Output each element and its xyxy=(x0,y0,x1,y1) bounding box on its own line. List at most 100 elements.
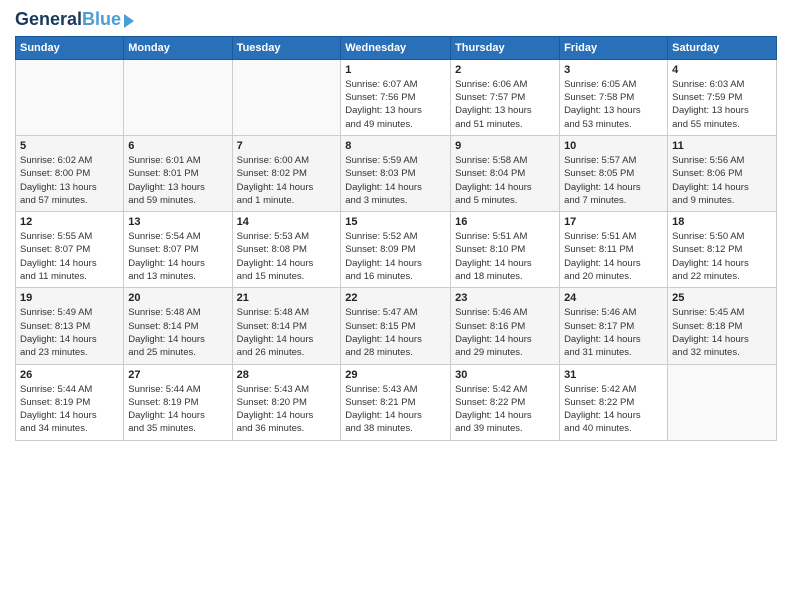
day-info: Sunrise: 5:54 AM Sunset: 8:07 PM Dayligh… xyxy=(128,230,227,283)
calendar-header: SundayMondayTuesdayWednesdayThursdayFrid… xyxy=(16,36,777,59)
calendar-cell xyxy=(232,59,341,135)
day-number: 14 xyxy=(237,216,337,228)
calendar-cell: 26Sunrise: 5:44 AM Sunset: 8:19 PM Dayli… xyxy=(16,364,124,440)
day-info: Sunrise: 5:42 AM Sunset: 8:22 PM Dayligh… xyxy=(564,383,663,436)
day-info: Sunrise: 5:46 AM Sunset: 8:17 PM Dayligh… xyxy=(564,306,663,359)
day-number: 26 xyxy=(20,369,119,381)
calendar-cell: 23Sunrise: 5:46 AM Sunset: 8:16 PM Dayli… xyxy=(451,288,560,364)
calendar-week-4: 19 Sunrise: 5:49 AM Sunset: 8:13 PM Dayli… xyxy=(16,288,777,364)
day-number: 16 xyxy=(455,216,555,228)
day-number: 2 xyxy=(455,64,555,76)
day-info: Sunrise: 5:42 AM Sunset: 8:22 PM Dayligh… xyxy=(455,383,555,436)
day-number: 19 xyxy=(20,292,119,304)
calendar-cell: 1 Sunrise: 6:07 AM Sunset: 7:56 PM Daylig… xyxy=(341,59,451,135)
calendar-cell: 29Sunrise: 5:43 AM Sunset: 8:21 PM Dayli… xyxy=(341,364,451,440)
weekday-header-saturday: Saturday xyxy=(668,36,777,59)
calendar-cell: 10Sunrise: 5:57 AM Sunset: 8:05 PM Dayli… xyxy=(560,135,668,211)
calendar-cell: 22 Sunrise: 5:47 AM Sunset: 8:15 PM Dayli… xyxy=(341,288,451,364)
day-info: Sunrise: 5:49 AM Sunset: 8:13 PM Dayligh… xyxy=(20,306,119,359)
calendar-cell: 9Sunrise: 5:58 AM Sunset: 8:04 PM Daylig… xyxy=(451,135,560,211)
day-number: 23 xyxy=(455,292,555,304)
day-number: 13 xyxy=(128,216,227,228)
calendar-cell: 6 Sunrise: 6:01 AM Sunset: 8:01 PM Daylig… xyxy=(124,135,232,211)
day-info: Sunrise: 6:07 AM Sunset: 7:56 PM Dayligh… xyxy=(345,78,446,131)
day-info: Sunrise: 5:53 AM Sunset: 8:08 PM Dayligh… xyxy=(237,230,337,283)
weekday-header-monday: Monday xyxy=(124,36,232,59)
calendar-cell: 7Sunrise: 6:00 AM Sunset: 8:02 PM Daylig… xyxy=(232,135,341,211)
day-number: 10 xyxy=(564,140,663,152)
calendar-cell xyxy=(124,59,232,135)
calendar-cell: 16 Sunrise: 5:51 AM Sunset: 8:10 PM Dayli… xyxy=(451,212,560,288)
day-number: 1 xyxy=(345,64,446,76)
calendar-cell: 2 Sunrise: 6:06 AM Sunset: 7:57 PM Daylig… xyxy=(451,59,560,135)
logo-text: GeneralBlue xyxy=(15,10,121,30)
calendar-cell: 24 Sunrise: 5:46 AM Sunset: 8:17 PM Dayli… xyxy=(560,288,668,364)
logo: GeneralBlue xyxy=(15,10,134,30)
day-number: 22 xyxy=(345,292,446,304)
day-info: Sunrise: 5:52 AM Sunset: 8:09 PM Dayligh… xyxy=(345,230,446,283)
day-number: 5 xyxy=(20,140,119,152)
day-info: Sunrise: 5:59 AM Sunset: 8:03 PM Dayligh… xyxy=(345,154,446,207)
calendar-cell: 5 Sunrise: 6:02 AM Sunset: 8:00 PM Daylig… xyxy=(16,135,124,211)
calendar-cell: 3Sunrise: 6:05 AM Sunset: 7:58 PM Daylig… xyxy=(560,59,668,135)
day-number: 4 xyxy=(672,64,772,76)
calendar-table: SundayMondayTuesdayWednesdayThursdayFrid… xyxy=(15,36,777,441)
calendar-cell: 19 Sunrise: 5:49 AM Sunset: 8:13 PM Dayli… xyxy=(16,288,124,364)
day-info: Sunrise: 5:51 AM Sunset: 8:11 PM Dayligh… xyxy=(564,230,663,283)
day-info: Sunrise: 5:50 AM Sunset: 8:12 PM Dayligh… xyxy=(672,230,772,283)
calendar-cell: 14 Sunrise: 5:53 AM Sunset: 8:08 PM Dayli… xyxy=(232,212,341,288)
calendar-cell: 18 Sunrise: 5:50 AM Sunset: 8:12 PM Dayli… xyxy=(668,212,777,288)
day-info: Sunrise: 5:51 AM Sunset: 8:10 PM Dayligh… xyxy=(455,230,555,283)
calendar-cell xyxy=(668,364,777,440)
calendar-cell: 30 Sunrise: 5:42 AM Sunset: 8:22 PM Dayli… xyxy=(451,364,560,440)
day-info: Sunrise: 5:55 AM Sunset: 8:07 PM Dayligh… xyxy=(20,230,119,283)
day-info: Sunrise: 6:05 AM Sunset: 7:58 PM Dayligh… xyxy=(564,78,663,131)
day-info: Sunrise: 5:56 AM Sunset: 8:06 PM Dayligh… xyxy=(672,154,772,207)
calendar-week-5: 26 Sunrise: 5:44 AM Sunset: 8:19 PM Dayli… xyxy=(16,364,777,440)
day-info: Sunrise: 6:06 AM Sunset: 7:57 PM Dayligh… xyxy=(455,78,555,131)
calendar-cell: 15 Sunrise: 5:52 AM Sunset: 8:09 PM Dayli… xyxy=(341,212,451,288)
calendar-cell: 27 Sunrise: 5:44 AM Sunset: 8:19 PM Dayli… xyxy=(124,364,232,440)
day-number: 9 xyxy=(455,140,555,152)
day-info: Sunrise: 5:47 AM Sunset: 8:15 PM Dayligh… xyxy=(345,306,446,359)
weekday-header-tuesday: Tuesday xyxy=(232,36,341,59)
weekday-header-sunday: Sunday xyxy=(16,36,124,59)
calendar-cell: 11Sunrise: 5:56 AM Sunset: 8:06 PM Dayli… xyxy=(668,135,777,211)
calendar-week-1: 1 Sunrise: 6:07 AM Sunset: 7:56 PM Daylig… xyxy=(16,59,777,135)
calendar-cell: 21 Sunrise: 5:48 AM Sunset: 8:14 PM Dayli… xyxy=(232,288,341,364)
day-info: Sunrise: 5:43 AM Sunset: 8:20 PM Dayligh… xyxy=(237,383,337,436)
day-number: 25 xyxy=(672,292,772,304)
calendar-week-3: 12 Sunrise: 5:55 AM Sunset: 8:07 PM Dayli… xyxy=(16,212,777,288)
calendar-week-2: 5 Sunrise: 6:02 AM Sunset: 8:00 PM Daylig… xyxy=(16,135,777,211)
logo-arrow-icon xyxy=(124,14,134,28)
calendar-cell: 20Sunrise: 5:48 AM Sunset: 8:14 PM Dayli… xyxy=(124,288,232,364)
day-number: 17 xyxy=(564,216,663,228)
calendar-cell: 12 Sunrise: 5:55 AM Sunset: 8:07 PM Dayli… xyxy=(16,212,124,288)
day-number: 6 xyxy=(128,140,227,152)
weekday-header-wednesday: Wednesday xyxy=(341,36,451,59)
weekday-header-friday: Friday xyxy=(560,36,668,59)
day-number: 27 xyxy=(128,369,227,381)
day-info: Sunrise: 5:44 AM Sunset: 8:19 PM Dayligh… xyxy=(128,383,227,436)
day-number: 29 xyxy=(345,369,446,381)
day-number: 18 xyxy=(672,216,772,228)
day-number: 21 xyxy=(237,292,337,304)
weekday-header-thursday: Thursday xyxy=(451,36,560,59)
calendar-cell: 4 Sunrise: 6:03 AM Sunset: 7:59 PM Daylig… xyxy=(668,59,777,135)
day-info: Sunrise: 6:02 AM Sunset: 8:00 PM Dayligh… xyxy=(20,154,119,207)
calendar-cell: 17 Sunrise: 5:51 AM Sunset: 8:11 PM Dayli… xyxy=(560,212,668,288)
day-info: Sunrise: 5:45 AM Sunset: 8:18 PM Dayligh… xyxy=(672,306,772,359)
day-number: 8 xyxy=(345,140,446,152)
day-info: Sunrise: 6:01 AM Sunset: 8:01 PM Dayligh… xyxy=(128,154,227,207)
calendar-cell: 8 Sunrise: 5:59 AM Sunset: 8:03 PM Daylig… xyxy=(341,135,451,211)
day-info: Sunrise: 5:48 AM Sunset: 8:14 PM Dayligh… xyxy=(237,306,337,359)
day-number: 24 xyxy=(564,292,663,304)
day-number: 30 xyxy=(455,369,555,381)
calendar-cell: 28Sunrise: 5:43 AM Sunset: 8:20 PM Dayli… xyxy=(232,364,341,440)
day-number: 15 xyxy=(345,216,446,228)
day-number: 20 xyxy=(128,292,227,304)
page-header: GeneralBlue xyxy=(15,10,777,30)
calendar-cell: 13 Sunrise: 5:54 AM Sunset: 8:07 PM Dayli… xyxy=(124,212,232,288)
day-info: Sunrise: 6:03 AM Sunset: 7:59 PM Dayligh… xyxy=(672,78,772,131)
day-number: 12 xyxy=(20,216,119,228)
